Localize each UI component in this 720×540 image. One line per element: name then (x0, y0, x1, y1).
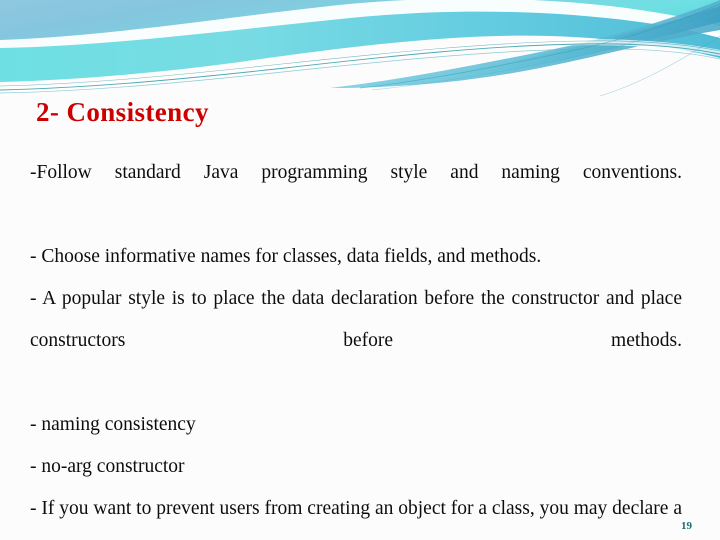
presentation-slide: 2- Consistency -Follow standard Java pro… (0, 0, 720, 540)
bullet-item: - A popular style is to place the data d… (30, 288, 682, 351)
bullet-item: - naming consistency (30, 414, 196, 435)
bullet-item: - If you want to prevent users from crea… (30, 498, 682, 519)
bullet-item: - Choose informative names for classes, … (30, 246, 542, 267)
decorative-wave-banner (0, 0, 720, 96)
page-number: 19 (681, 520, 692, 532)
slide-body: -Follow standard Java programming style … (30, 152, 682, 540)
page-title: 2- Consistency (36, 97, 209, 127)
bullet-item: -Follow standard Java programming style … (30, 162, 682, 183)
bullet-item: - no-arg constructor (30, 456, 185, 477)
